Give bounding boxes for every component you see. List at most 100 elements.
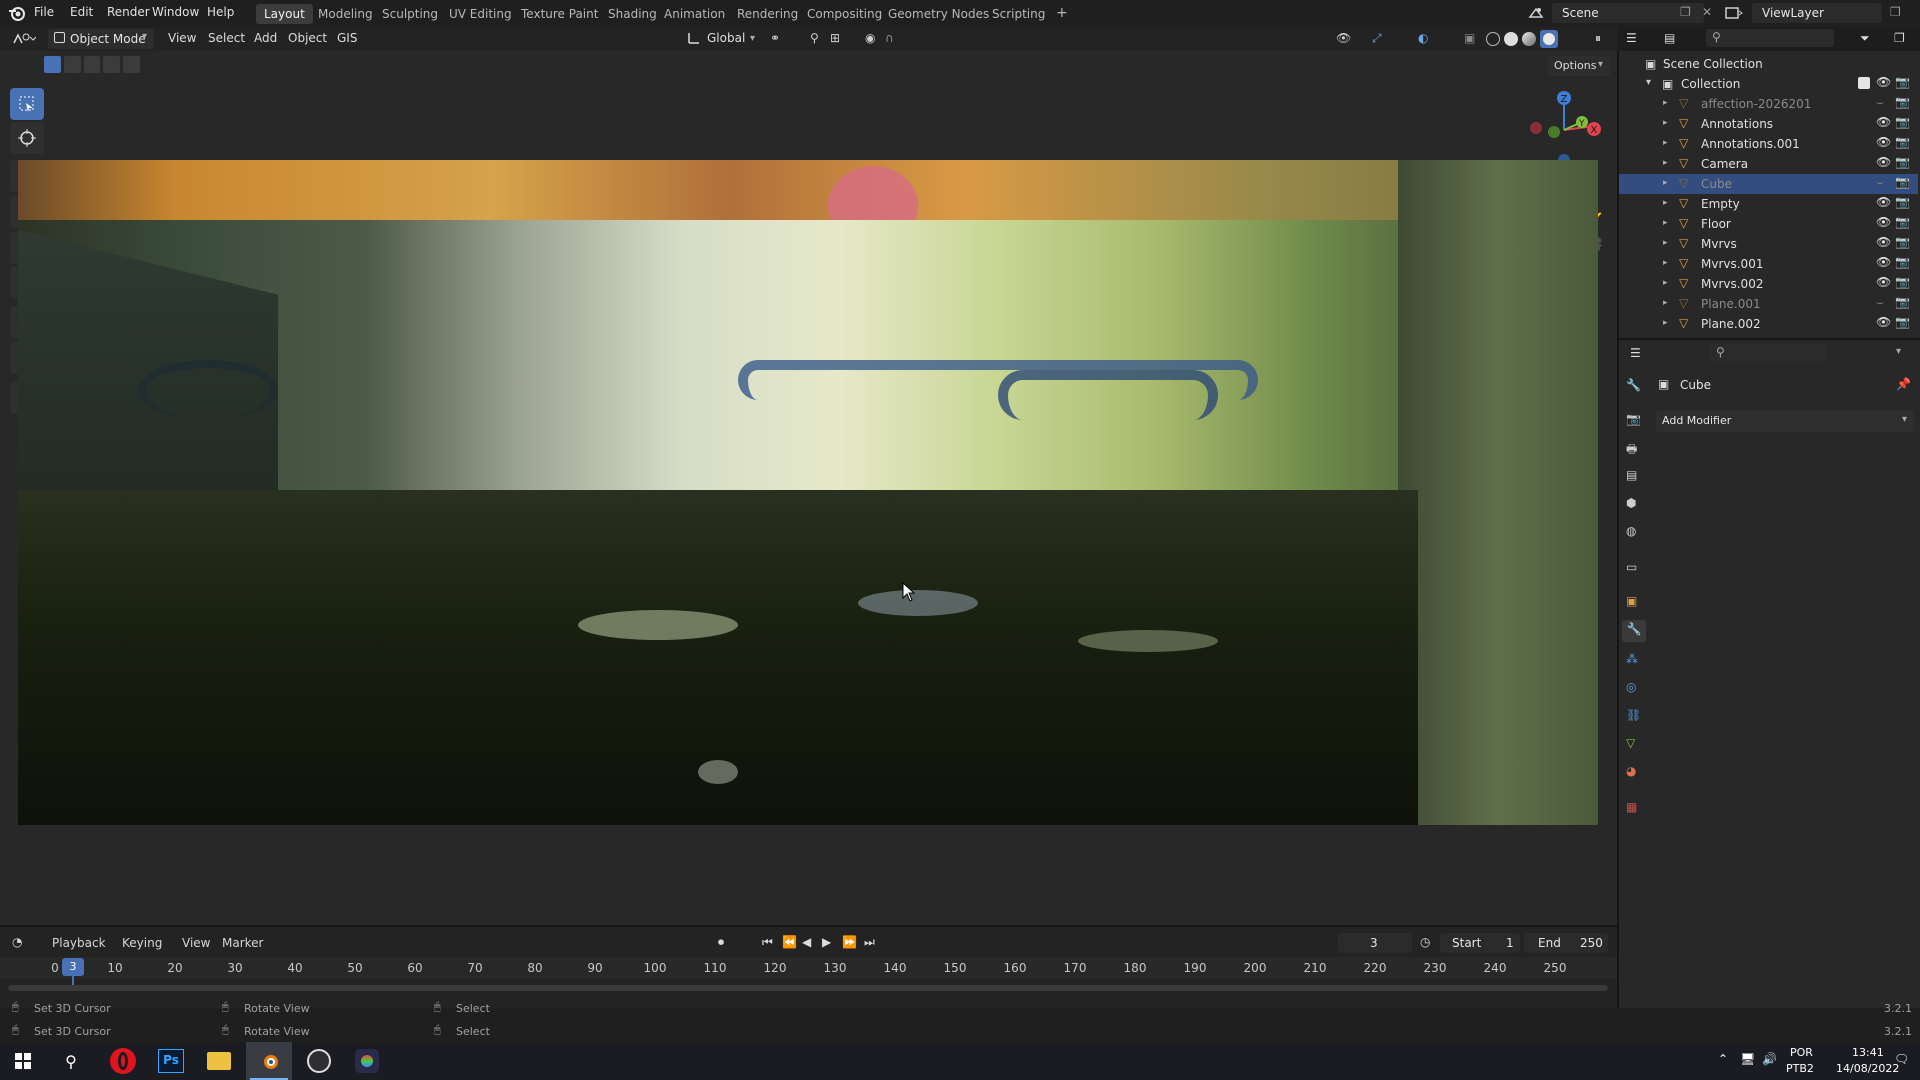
taskbar-search-icon[interactable]: ⚲ <box>48 1042 94 1080</box>
opera-icon[interactable] <box>100 1042 146 1080</box>
view-layer-tab-icon[interactable]: ▤ <box>1626 468 1637 482</box>
menu-file[interactable]: File <box>34 5 54 19</box>
camera-render-icon[interactable]: 📷 <box>1895 235 1910 249</box>
camera-render-icon[interactable]: 📷 <box>1895 135 1910 149</box>
obs-icon[interactable] <box>296 1042 342 1080</box>
eye-closed-icon[interactable]: ⌣ <box>1876 95 1884 110</box>
overlays-toggle-icon[interactable]: ◐ <box>1418 31 1428 45</box>
previous-keyframe-icon[interactable]: ⏪ <box>782 935 797 949</box>
clock-time[interactable]: 13:41 <box>1852 1046 1884 1059</box>
jump-start-icon[interactable]: ⏮ <box>762 935 773 950</box>
view-layer-icon[interactable] <box>1724 5 1744 21</box>
eye-closed-icon[interactable]: ⌣ <box>1876 295 1884 310</box>
file-explorer-icon[interactable] <box>196 1042 242 1080</box>
options-dropdown[interactable]: Options ▾ <box>1548 56 1610 76</box>
checkbox-icon[interactable] <box>1858 77 1870 89</box>
chevron-down-icon[interactable]: ▾ <box>1896 346 1901 357</box>
new-collection-icon[interactable]: ❐ <box>1894 31 1905 45</box>
start-frame-field[interactable]: Start 1 <box>1440 933 1520 953</box>
outliner-item[interactable]: ▸ ▽ Plane.001 ⌣ 📷 <box>1619 294 1918 314</box>
select-box-tool[interactable] <box>10 88 44 120</box>
expand-arrow-icon[interactable]: ▸ <box>1663 98 1668 108</box>
xray-toggle-icon[interactable]: ▣ <box>1464 31 1475 45</box>
menu-help[interactable]: Help <box>207 5 234 19</box>
tab-modeling[interactable]: Modeling <box>310 4 381 24</box>
eye-icon[interactable]: 👁 <box>1876 115 1891 129</box>
expand-arrow-icon[interactable]: ▸ <box>1663 138 1668 148</box>
volume-icon[interactable]: 🔊 <box>1762 1052 1777 1066</box>
outliner-item[interactable]: ▸ ▽ Camera 👁 📷 <box>1619 154 1918 174</box>
transform-orientation[interactable]: Global <box>707 31 745 45</box>
collection-tab-icon[interactable]: ▭ <box>1626 560 1637 574</box>
tool-tab-icon[interactable]: 🔧 <box>1626 378 1641 392</box>
tab-rendering[interactable]: Rendering <box>729 4 806 24</box>
wireframe-shading-icon[interactable] <box>1486 32 1500 46</box>
eye-icon[interactable]: 👁 <box>1876 75 1891 89</box>
camera-render-icon[interactable]: 📷 <box>1895 255 1910 269</box>
expand-arrow-icon[interactable]: ▾ <box>1646 77 1651 88</box>
tab-scripting[interactable]: Scripting <box>984 4 1053 24</box>
properties-search-input[interactable]: ⚲ <box>1710 344 1826 362</box>
tab-sculpting[interactable]: Sculpting <box>374 4 446 24</box>
menu-marker[interactable]: Marker <box>222 936 263 950</box>
gizmo-toggle-icon[interactable]: ⤢ <box>1372 31 1382 46</box>
outliner-scene-collection[interactable]: ▣ Scene Collection <box>1619 54 1918 74</box>
camera-render-icon[interactable]: 📷 <box>1895 275 1910 289</box>
render-tab-icon[interactable]: 📷 <box>1626 412 1641 426</box>
eye-icon[interactable]: 👁 <box>1876 135 1891 149</box>
select-new-icon[interactable] <box>44 56 61 73</box>
outliner-item[interactable]: ▸ ▽ Annotations.001 👁 📷 <box>1619 134 1918 154</box>
select-intersect-icon[interactable] <box>123 56 140 73</box>
object-visibility-icon[interactable]: 👁 <box>1336 31 1351 45</box>
menu-select[interactable]: Select <box>208 31 245 45</box>
proportional-editing-icon[interactable]: ◉ <box>865 31 875 45</box>
camera-render-icon[interactable]: 📷 <box>1895 215 1910 229</box>
eye-icon[interactable]: 👁 <box>1876 255 1891 269</box>
add-modifier-dropdown[interactable]: Add Modifier ▾ <box>1656 410 1914 432</box>
outliner-collection[interactable]: ▾ ▣ Collection 👁 📷 <box>1619 74 1918 94</box>
select-subtract-icon[interactable] <box>83 56 101 73</box>
blender-logo-icon[interactable] <box>8 4 26 22</box>
data-tab-icon[interactable]: ▽ <box>1626 736 1635 750</box>
tray-chevron-up-icon[interactable]: ⌃ <box>1718 1052 1728 1066</box>
eye-icon[interactable]: 👁 <box>1876 235 1891 249</box>
outliner-item[interactable]: ▸ ▽ Mvrvs 👁 📷 <box>1619 234 1918 254</box>
timeline-editor-type-icon[interactable]: ◔ <box>12 935 22 949</box>
select-extend-icon[interactable] <box>63 56 81 73</box>
camera-render-icon[interactable]: 📷 <box>1895 75 1910 89</box>
record-icon[interactable]: ⏺ <box>718 935 724 950</box>
solid-shading-icon[interactable] <box>1504 32 1518 46</box>
menu-timeline-view[interactable]: View <box>182 936 210 950</box>
expand-arrow-icon[interactable]: ▸ <box>1663 158 1668 168</box>
playhead[interactable]: 3 <box>62 958 84 976</box>
expand-arrow-icon[interactable]: ▸ <box>1663 198 1668 208</box>
expand-arrow-icon[interactable]: ▸ <box>1663 258 1668 268</box>
display-mode-icon[interactable]: ▤ <box>1664 31 1675 45</box>
eye-icon[interactable]: 👁 <box>1876 155 1891 169</box>
scene-tab-icon[interactable]: ⬢ <box>1626 496 1636 510</box>
blender-taskbar-icon[interactable] <box>246 1042 292 1080</box>
keyboard-layout-label[interactable]: PTB2 <box>1786 1062 1814 1075</box>
material-tab-icon[interactable]: ◕ <box>1626 764 1636 778</box>
pivot-point-icon[interactable]: ⚭ <box>770 31 780 45</box>
material-preview-icon[interactable] <box>1522 32 1536 46</box>
eye-icon[interactable]: 👁 <box>1876 275 1891 289</box>
scene-icon[interactable] <box>1528 5 1544 21</box>
modifier-tab-icon[interactable]: 🔧 <box>1622 620 1646 642</box>
view-layer-selector[interactable]: ViewLayer <box>1752 3 1882 23</box>
camera-render-icon[interactable]: 📷 <box>1895 315 1910 329</box>
expand-arrow-icon[interactable]: ▸ <box>1663 118 1668 128</box>
world-tab-icon[interactable]: ◍ <box>1626 524 1636 538</box>
tab-compositing[interactable]: Compositing <box>799 4 890 24</box>
windows-start-icon[interactable] <box>0 1042 46 1080</box>
photoshop-icon[interactable]: Ps <box>148 1042 194 1080</box>
tab-animation[interactable]: Animation <box>656 4 733 24</box>
outliner-item[interactable]: ▸ ▽ Annotations 👁 📷 <box>1619 114 1918 134</box>
object-tab-icon[interactable]: ▣ <box>1626 594 1637 608</box>
delete-scene-icon[interactable]: ✕ <box>1702 5 1712 19</box>
current-frame-field[interactable]: 3 <box>1338 933 1412 953</box>
new-scene-icon[interactable]: ❐ <box>1680 5 1691 19</box>
clock-icon[interactable]: ◷ <box>1420 935 1430 949</box>
outliner-item[interactable]: ▸ ▽ Floor 👁 📷 <box>1619 214 1918 234</box>
outliner-item[interactable]: ▸ ▽ Mvrvs.002 👁 📷 <box>1619 274 1918 294</box>
